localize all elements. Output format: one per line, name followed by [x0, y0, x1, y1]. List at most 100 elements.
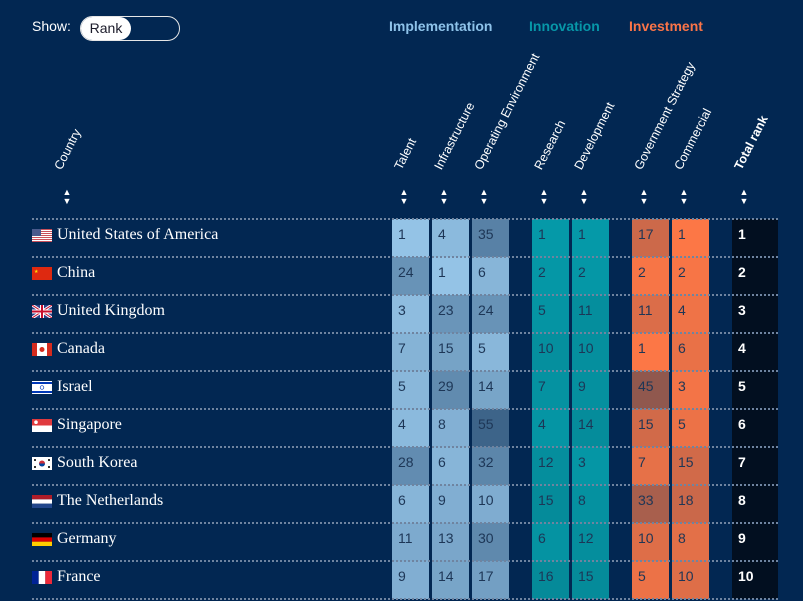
country-name: China [57, 264, 96, 281]
table-row[interactable]: Israel [32, 368, 93, 406]
table-row[interactable]: United States of America [32, 216, 218, 254]
row-divider [32, 408, 778, 410]
sort-down-icon: ▼ [479, 196, 489, 206]
group-label-investment: Investment [629, 18, 703, 34]
cell-talent: 5 [392, 371, 429, 409]
cell-development: 15 [572, 561, 609, 599]
cell-infrastructure: 29 [432, 371, 469, 409]
south-korea-flag-icon [32, 456, 52, 470]
row-divider [32, 598, 778, 600]
table-row[interactable]: Germany [32, 520, 117, 558]
cell-commercial: 10 [672, 561, 709, 599]
cell-talent: 1 [392, 219, 429, 257]
cell-talent: 6 [392, 485, 429, 523]
cell-infrastructure: 6 [432, 447, 469, 485]
cell-research: 16 [532, 561, 569, 599]
cell-operating-environment: 14 [472, 371, 509, 409]
uk-flag-icon [32, 304, 52, 318]
country-name: France [57, 568, 101, 585]
france-flag-icon [32, 570, 52, 584]
sort-toggle-research[interactable]: ▲ ▼ [538, 188, 550, 206]
cell-total-rank: 10 [732, 561, 778, 599]
country-name: South Korea [57, 454, 138, 471]
us-flag-icon [32, 228, 52, 242]
sort-toggle-total-rank[interactable]: ▲ ▼ [738, 188, 750, 206]
netherlands-flag-icon [32, 494, 52, 508]
col-header-development[interactable]: Development [572, 100, 618, 172]
cell-total-rank: 6 [732, 409, 778, 447]
cell-government-strategy: 11 [632, 295, 669, 333]
cell-government-strategy: 5 [632, 561, 669, 599]
sort-toggle-development[interactable]: ▲ ▼ [578, 188, 590, 206]
table-row[interactable]: Singapore [32, 406, 122, 444]
sort-down-icon: ▼ [579, 196, 589, 206]
col-header-talent[interactable]: Talent [392, 136, 420, 172]
country-name: Canada [57, 340, 105, 357]
col-header-commercial[interactable]: Commercial [672, 106, 715, 172]
cell-total-rank: 5 [732, 371, 778, 409]
table-row[interactable]: France [32, 558, 101, 596]
cell-operating-environment: 24 [472, 295, 509, 333]
table-row[interactable]: South Korea [32, 444, 137, 482]
cell-government-strategy: 33 [632, 485, 669, 523]
cell-total-rank: 2 [732, 257, 778, 295]
sort-down-icon: ▼ [62, 196, 72, 206]
country-name: Israel [57, 378, 93, 395]
cell-infrastructure: 14 [432, 561, 469, 599]
col-header-country[interactable]: Country [52, 127, 84, 172]
sort-toggle-commercial[interactable]: ▲ ▼ [678, 188, 690, 206]
sort-toggle-country[interactable]: ▲ ▼ [61, 188, 73, 206]
table-row[interactable]: ★ China [32, 254, 95, 292]
sort-toggle-government-strategy[interactable]: ▲ ▼ [638, 188, 650, 206]
cell-government-strategy: 7 [632, 447, 669, 485]
cell-research: 12 [532, 447, 569, 485]
cell-government-strategy: 1 [632, 333, 669, 371]
table-row[interactable]: United Kingdom [32, 292, 165, 330]
country-name: The Netherlands [57, 492, 164, 509]
sort-toggle-infrastructure[interactable]: ▲ ▼ [438, 188, 450, 206]
cell-development: 10 [572, 333, 609, 371]
cell-talent: 24 [392, 257, 429, 295]
cell-commercial: 6 [672, 333, 709, 371]
cell-commercial: 4 [672, 295, 709, 333]
sort-down-icon: ▼ [399, 196, 409, 206]
table-row[interactable]: The Netherlands [32, 482, 163, 520]
cell-development: 9 [572, 371, 609, 409]
cell-commercial: 2 [672, 257, 709, 295]
toggle-option-rank[interactable]: Rank [81, 17, 131, 40]
col-header-total-rank[interactable]: Total rank [732, 113, 771, 172]
cell-infrastructure: 23 [432, 295, 469, 333]
cell-government-strategy: 10 [632, 523, 669, 561]
cell-development: 1 [572, 219, 609, 257]
cell-research: 15 [532, 485, 569, 523]
col-header-infrastructure[interactable]: Infrastructure [432, 100, 478, 172]
cell-development: 3 [572, 447, 609, 485]
show-label: Show: [32, 18, 71, 34]
cell-total-rank: 7 [732, 447, 778, 485]
cell-infrastructure: 15 [432, 333, 469, 371]
row-divider [32, 294, 778, 296]
cell-total-rank: 8 [732, 485, 778, 523]
col-header-operating-environment[interactable]: Operating Environment [472, 51, 543, 172]
cell-operating-environment: 35 [472, 219, 509, 257]
group-label-innovation: Innovation [529, 18, 600, 34]
table-row[interactable]: Canada [32, 330, 105, 368]
cell-infrastructure: 13 [432, 523, 469, 561]
group-label-implementation: Implementation [389, 18, 493, 34]
cell-operating-environment: 30 [472, 523, 509, 561]
rank-score-toggle[interactable]: Rank [80, 16, 180, 41]
sort-down-icon: ▼ [639, 196, 649, 206]
cell-government-strategy: 17 [632, 219, 669, 257]
cell-infrastructure: 4 [432, 219, 469, 257]
cell-commercial: 1 [672, 219, 709, 257]
cell-development: 12 [572, 523, 609, 561]
cell-talent: 4 [392, 409, 429, 447]
cell-commercial: 3 [672, 371, 709, 409]
cell-operating-environment: 55 [472, 409, 509, 447]
sort-toggle-talent[interactable]: ▲ ▼ [398, 188, 410, 206]
col-header-research[interactable]: Research [532, 118, 569, 172]
sort-toggle-operating-environment[interactable]: ▲ ▼ [478, 188, 490, 206]
cell-talent: 3 [392, 295, 429, 333]
cell-total-rank: 4 [732, 333, 778, 371]
singapore-flag-icon [32, 418, 52, 432]
